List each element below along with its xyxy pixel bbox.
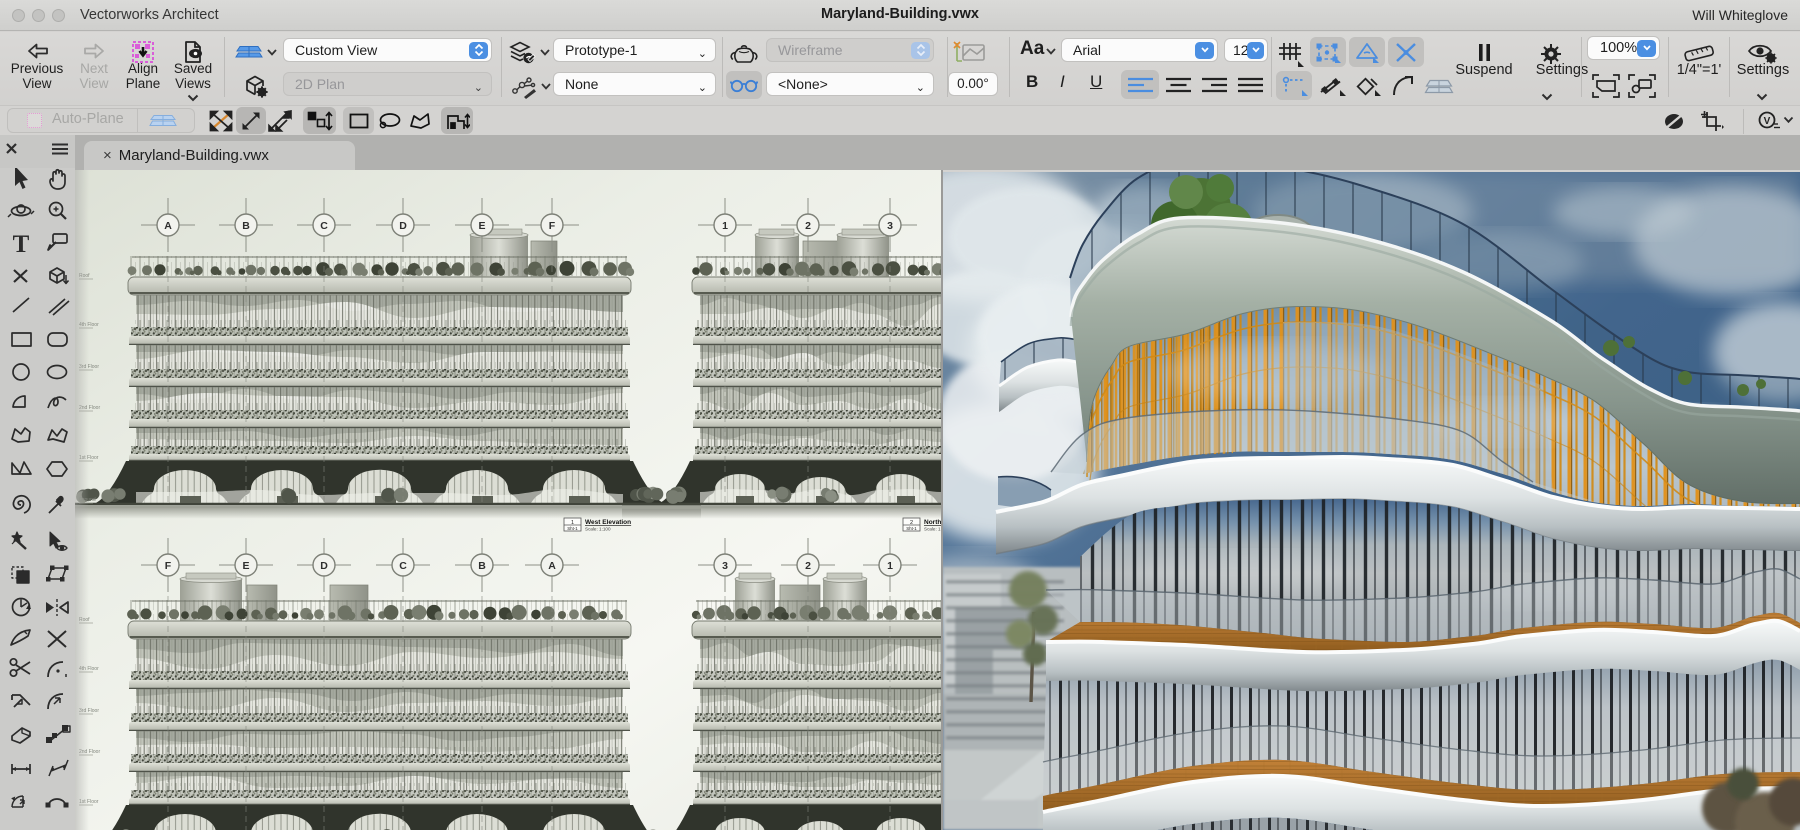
svg-text:E: E: [242, 560, 249, 572]
svg-text:1: 1: [887, 560, 893, 572]
svg-text:D: D: [320, 560, 328, 572]
svg-text:Scale: 1:100: Scale: 1:100: [585, 527, 611, 532]
svg-text:2: 2: [805, 220, 811, 232]
svg-text:West Elevation: West Elevation: [585, 519, 631, 526]
svg-text:T: T: [13, 231, 30, 258]
svg-text:C: C: [399, 560, 407, 572]
svg-text:3: 3: [722, 560, 728, 572]
svg-text:Scale: 1:100: Scale: 1:100: [924, 527, 942, 532]
svg-text:F: F: [549, 220, 556, 232]
svg-text:F: F: [165, 560, 172, 572]
svg-text:B: B: [478, 560, 486, 572]
svg-text:V: V: [1764, 116, 1771, 127]
svg-text:Sht-1: Sht-1: [906, 526, 917, 531]
svg-text:1: 1: [571, 520, 574, 526]
svg-text:A: A: [548, 560, 556, 572]
svg-text:D: D: [399, 220, 407, 232]
svg-text:E: E: [478, 220, 485, 232]
svg-text:2: 2: [805, 560, 811, 572]
svg-text:B: B: [242, 220, 250, 232]
svg-text:A: A: [164, 220, 172, 232]
svg-text:1: 1: [722, 220, 728, 232]
svg-text:3: 3: [887, 220, 893, 232]
svg-text:Sht-1: Sht-1: [567, 526, 578, 531]
svg-text:2: 2: [910, 520, 913, 526]
svg-text:North Elevatio: North Elevatio: [924, 519, 942, 526]
svg-text:C: C: [320, 220, 328, 232]
